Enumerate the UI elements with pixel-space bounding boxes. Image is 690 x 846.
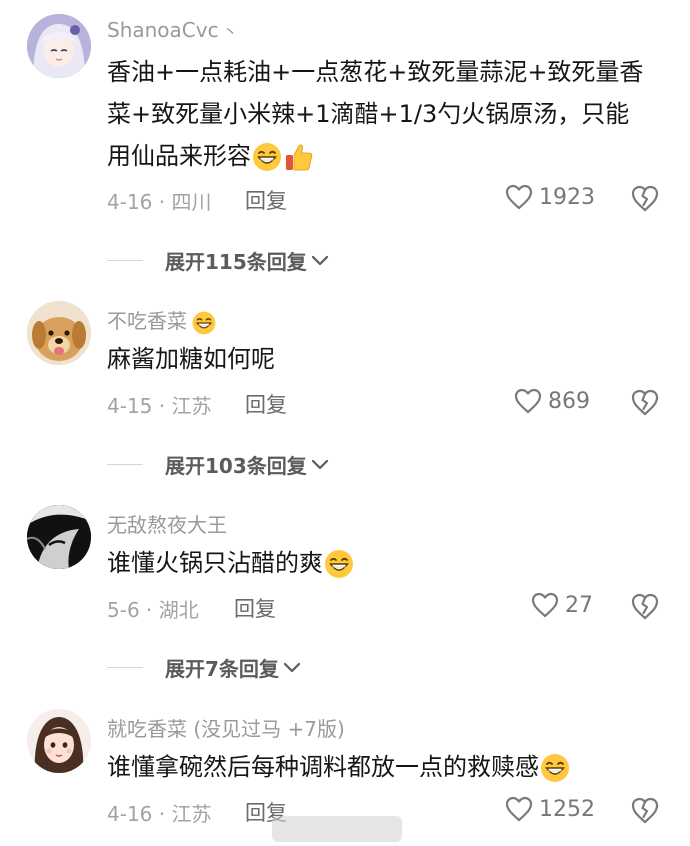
avatar[interactable] <box>27 505 91 569</box>
broken-heart-icon[interactable] <box>630 184 660 212</box>
like-button[interactable]: 1923 <box>505 184 595 210</box>
broken-heart-icon[interactable] <box>630 388 660 416</box>
comment-date-location: 5-6 · 湖北 <box>107 598 199 622</box>
username[interactable]: 就吃香菜 (没见过马 +7版) <box>107 713 345 742</box>
username[interactable]: ShanoaCvc 丶 <box>107 18 238 42</box>
grin-emoji <box>323 548 355 580</box>
like-count: 1923 <box>539 184 595 210</box>
expand-replies-button[interactable]: 展开103条回复 <box>107 450 329 479</box>
divider-line <box>107 464 143 465</box>
avatar[interactable] <box>27 301 91 365</box>
reply-button[interactable]: 回复 <box>245 389 287 419</box>
comment-text: 麻酱加糖如何呢 <box>107 345 275 373</box>
heart-outline-icon <box>505 796 533 822</box>
chevron-down-icon <box>311 255 329 267</box>
grin-emoji <box>539 752 571 784</box>
username[interactable]: 无敌熬夜大王 <box>107 509 227 538</box>
avatar[interactable] <box>27 14 91 78</box>
comment-text: 谁懂火锅只沾醋的爽 <box>107 542 652 584</box>
broken-heart-icon[interactable] <box>630 796 660 824</box>
heart-outline-icon <box>514 388 542 414</box>
like-button[interactable]: 869 <box>514 388 590 414</box>
like-button[interactable]: 27 <box>531 592 593 618</box>
expand-replies-button[interactable]: 展开115条回复 <box>107 246 329 275</box>
avatar-dog-image <box>27 301 91 365</box>
divider-line <box>107 667 143 668</box>
like-count: 1252 <box>539 796 595 822</box>
blurred-watermark <box>272 816 402 842</box>
username[interactable]: 不吃香菜 <box>107 305 217 336</box>
avatar-monochrome-image <box>27 505 91 569</box>
like-button[interactable]: 1252 <box>505 796 595 822</box>
comment-date-location: 4-15 · 江苏 <box>107 394 212 418</box>
grin-emoji <box>191 310 217 336</box>
grin-emoji <box>251 141 283 173</box>
thumbs-up-emoji <box>283 141 315 173</box>
comment-text: 谁懂拿碗然后每种调料都放一点的救赎感 <box>107 746 652 788</box>
avatar-anime-girl-image <box>27 14 91 78</box>
comment-text: 香油+一点耗油+一点葱花+致死量蒜泥+致死量香菜+致死量小米辣+1滴醋+1/3勺… <box>107 51 652 177</box>
chevron-down-icon <box>311 459 329 471</box>
like-count: 869 <box>548 388 590 414</box>
heart-outline-icon <box>505 184 533 210</box>
chevron-down-icon <box>283 662 301 674</box>
avatar[interactable] <box>27 709 91 773</box>
divider-line <box>107 260 143 261</box>
broken-heart-icon[interactable] <box>630 592 660 620</box>
comment-date-location: 4-16 · 江苏 <box>107 802 212 826</box>
avatar-girl-illustration-image <box>27 709 91 773</box>
expand-replies-button[interactable]: 展开7条回复 <box>107 653 301 682</box>
heart-outline-icon <box>531 592 559 618</box>
like-count: 27 <box>565 592 593 618</box>
reply-button[interactable]: 回复 <box>234 593 276 623</box>
comment-date-location: 4-16 · 四川 <box>107 190 212 214</box>
reply-button[interactable]: 回复 <box>245 185 287 215</box>
